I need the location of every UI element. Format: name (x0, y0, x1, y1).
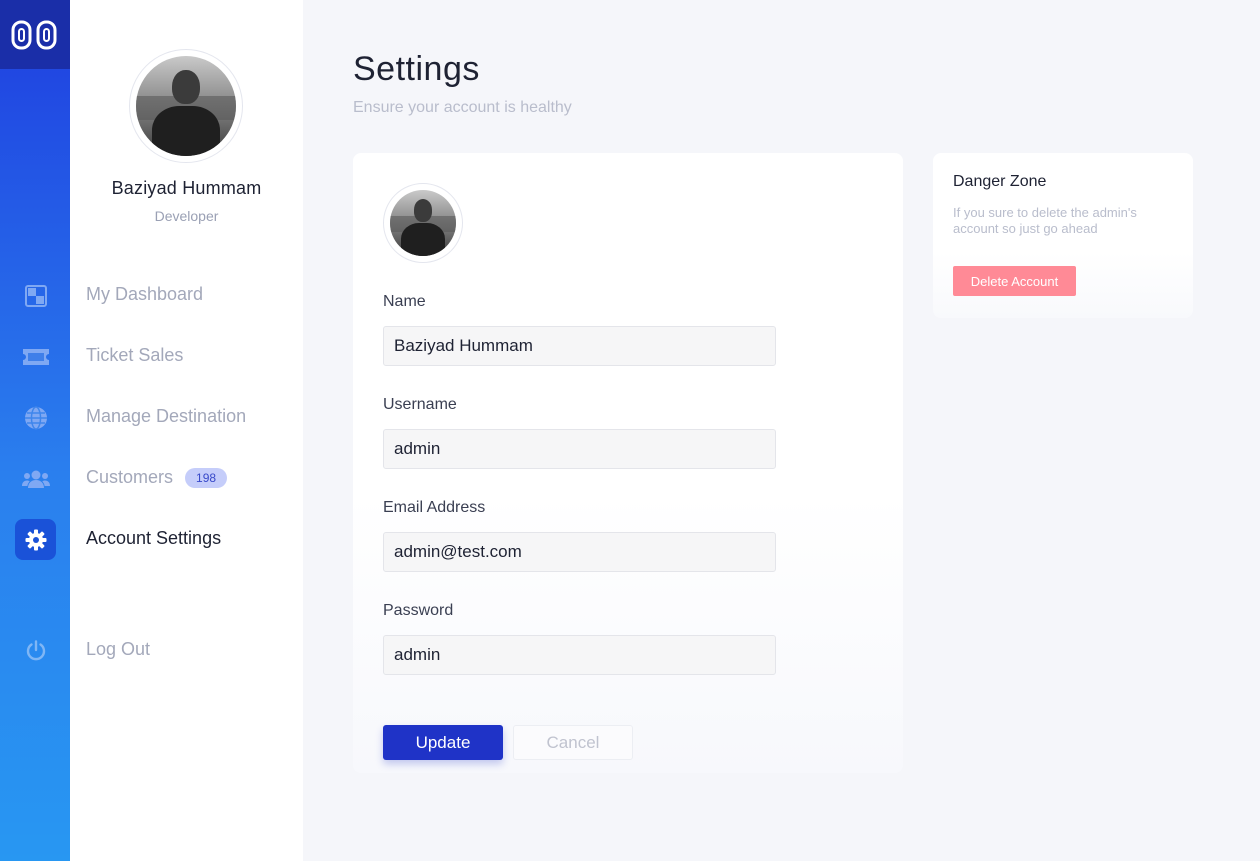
icon-rail (0, 0, 70, 861)
power-icon[interactable] (15, 630, 56, 671)
name-label: Name (383, 293, 426, 310)
sidebar-item-label: Customers (86, 467, 174, 487)
cancel-button[interactable]: Cancel (513, 725, 633, 760)
settings-form-card: Name Username Email Address Password Upd… (353, 153, 903, 773)
sidebar-item-account-settings[interactable]: Account Settings (86, 528, 221, 549)
profile-name: Baziyad Hummam (111, 178, 262, 198)
sidebar-item-ticket-sales[interactable]: Ticket Sales (86, 345, 183, 366)
sidebar-item-dashboard[interactable]: My Dashboard (86, 284, 203, 305)
dashboard-icon[interactable] (15, 275, 56, 316)
users-icon[interactable] (15, 458, 56, 499)
app-logo[interactable] (0, 0, 70, 69)
sidebar-item-manage-destination[interactable]: Manage Destination (86, 406, 246, 427)
danger-zone-title: Danger Zone (953, 173, 1047, 190)
update-button[interactable]: Update (383, 725, 503, 760)
sidebar-panel: Baziyad Hummam Developer My Dashboard Ti… (70, 0, 303, 861)
profile-role: Developer (154, 208, 219, 224)
page-subtitle: Ensure your account is healthy (353, 99, 572, 116)
email-field[interactable] (383, 532, 776, 572)
sidebar-item-label: My Dashboard (86, 284, 204, 304)
danger-zone-card: Danger Zone If you sure to delete the ad… (933, 153, 1193, 318)
email-label: Email Address (383, 499, 486, 516)
page-title: Settings (353, 50, 480, 88)
sidebar-item-label: Ticket Sales (86, 345, 184, 365)
password-label: Password (383, 602, 454, 619)
profile-photo (136, 56, 236, 156)
username-field[interactable] (383, 429, 776, 469)
sidebar-item-label: Account Settings (86, 528, 222, 548)
delete-account-button[interactable]: Delete Account (953, 266, 1076, 296)
name-field[interactable] (383, 326, 776, 366)
sidebar-item-log-out[interactable]: Log Out (86, 639, 150, 660)
globe-icon[interactable] (15, 397, 56, 438)
sidebar-item-label: Log Out (86, 639, 151, 659)
danger-zone-description: If you sure to delete the admin's accoun… (953, 205, 1137, 236)
form-avatar[interactable] (383, 183, 463, 263)
sidebar-item-customers[interactable]: Customers 198 (86, 467, 228, 488)
profile-photo (390, 190, 456, 256)
ticket-icon[interactable] (15, 336, 56, 377)
logo-icon (11, 20, 57, 49)
sidebar-item-label: Manage Destination (86, 406, 247, 426)
password-field[interactable] (383, 635, 776, 675)
customers-count-badge: 198 (185, 467, 228, 488)
avatar (129, 49, 243, 163)
username-label: Username (383, 396, 457, 413)
gear-icon[interactable] (15, 519, 56, 560)
